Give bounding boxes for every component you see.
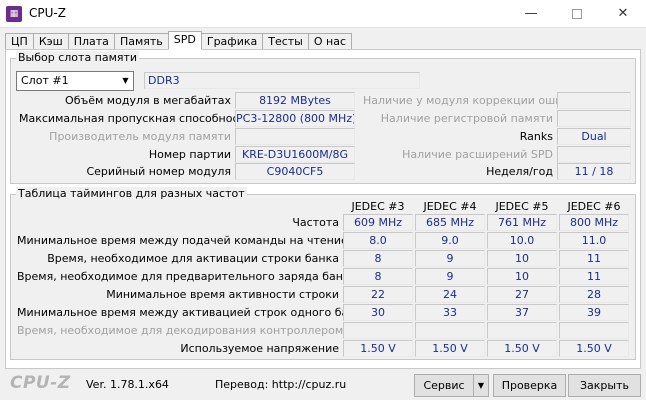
timing-cell: 8.0 [343,232,413,249]
registered-value [557,110,631,127]
close-window-button[interactable]: ✕ [600,0,646,28]
timing-row-label: Время, необходимое для активации строки … [47,252,339,265]
validate-button[interactable]: Проверка [493,374,566,397]
timing-cell: 9.0 [415,232,485,249]
tab-bar: ЦП Кэш Плата Память SPD Графика Тесты О … [5,31,353,50]
serial-number-label: Серийный номер модуля [86,165,231,178]
column-header-jedec5: JEDEC #5 [495,200,549,213]
timing-cell [343,322,413,339]
manufacturer-label: Производитель модуля памяти [49,130,231,143]
tab-spd[interactable]: SPD [167,31,202,50]
slot-select-value: Слот #1 [21,74,69,87]
part-number-label: Номер партии [148,148,231,161]
spd-ext-label: Наличие расширений SPD [402,148,553,161]
timing-cell: 1.50 V [487,340,557,357]
timing-row-label: Используемое напряжение [180,342,339,355]
tab-graphics[interactable]: Графика [200,33,264,50]
timings-group: Таблица таймингов для разных частот JEDE… [10,187,636,360]
week-year-label: Неделя/год [486,165,553,178]
timing-cell: 10 [487,268,557,285]
close-button[interactable]: Закрыть [568,374,641,397]
timing-cell: 30 [343,304,413,321]
tools-dropdown-arrow-icon[interactable]: ▼ [473,374,489,397]
module-size-value: 8192 MBytes [235,92,355,109]
timing-row-label: Минимальное время активности строки [106,288,339,301]
timing-cell: 11 [559,268,629,285]
timing-cell: 9 [415,268,485,285]
timing-cell [487,322,557,339]
version-text: Ver. 1.78.1.x64 [86,378,169,391]
timing-cell [415,322,485,339]
timing-cell: 1.50 V [415,340,485,357]
slot-group-title: Выбор слота памяти [16,51,140,65]
tab-bench[interactable]: Тесты [262,33,309,50]
timing-cell: 11 [559,250,629,267]
timing-cell: 685 MHz [415,214,485,231]
ranks-label: Ranks [519,130,553,143]
translation-link[interactable]: Перевод: http://cpuz.ru [215,378,346,391]
tab-memory[interactable]: Память [113,33,169,50]
timings-group-title: Таблица таймингов для разных частот [16,187,247,201]
timing-cell: 33 [415,304,485,321]
window-title: CPU-Z [29,6,66,20]
title-bar: ▦ CPU-Z — ✕ [0,0,646,28]
ecc-value [557,92,631,109]
tab-mainboard[interactable]: Плата [67,33,115,50]
slot-selection-group: Выбор слота памяти Слот #1 ▼ DDR3 Объём … [10,51,636,184]
tab-cpu[interactable]: ЦП [5,33,34,50]
module-size-label: Объём модуля в мегабайтах [65,94,231,107]
serial-number-value: C9040CF5 [235,163,355,180]
timing-row-label: Минимальное время между активацией строк… [17,306,369,319]
registered-label: Наличие регистровой памяти [380,112,553,125]
timing-row-label: Частота [292,216,339,229]
timing-cell: 8 [343,268,413,285]
timing-cell: 27 [487,286,557,303]
timing-cell: 11.0 [559,232,629,249]
max-bandwidth-value: PC3-12800 (800 MHz) [235,110,355,127]
timing-cell: 1.50 V [343,340,413,357]
maximize-icon [572,8,582,19]
timing-cell: 609 MHz [343,214,413,231]
ecc-label: Наличие у модуля коррекции ошибок [363,94,583,107]
timing-cell: 10 [487,250,557,267]
column-header-jedec6: JEDEC #6 [567,200,621,213]
timing-row-label: Время, необходимое для декодирования кон… [17,324,344,337]
max-bandwidth-label: Максимальная пропускная способность [19,112,252,125]
timing-row-label: Минимальное время между подачей команды … [17,234,348,247]
timing-cell: 39 [559,304,629,321]
chevron-down-icon: ▼ [117,72,133,90]
timing-cell: 9 [415,250,485,267]
tools-button[interactable]: Сервис [414,374,474,397]
part-number-value: KRE-D3U1600M/8G [235,146,355,163]
timing-cell: 28 [559,286,629,303]
timing-cell: 800 MHz [559,214,629,231]
timing-cell: 10.0 [487,232,557,249]
tab-cache[interactable]: Кэш [32,33,69,50]
spd-ext-value [557,146,631,163]
cpuz-app-icon: ▦ [6,6,22,22]
memory-type-field: DDR3 [144,72,420,89]
maximize-button[interactable] [554,0,600,28]
timing-cell: 761 MHz [487,214,557,231]
timing-cell: 8 [343,250,413,267]
slot-select[interactable]: Слот #1 ▼ [16,71,134,91]
timing-cell: 24 [415,286,485,303]
column-header-jedec3: JEDEC #3 [351,200,405,213]
timing-cell [559,322,629,339]
timing-row-label: Время, необходимое для предварительного … [17,270,357,283]
manufacturer-value [235,128,355,145]
timing-cell: 22 [343,286,413,303]
tab-about[interactable]: О нас [307,33,353,50]
cpuz-logo: CPU-Z [10,373,71,393]
timing-cell: 1.50 V [559,340,629,357]
week-year-value: 11 / 18 [557,163,631,180]
timing-cell: 37 [487,304,557,321]
column-header-jedec4: JEDEC #4 [423,200,477,213]
ranks-value: Dual [557,128,631,145]
minimize-button[interactable]: — [508,0,554,28]
